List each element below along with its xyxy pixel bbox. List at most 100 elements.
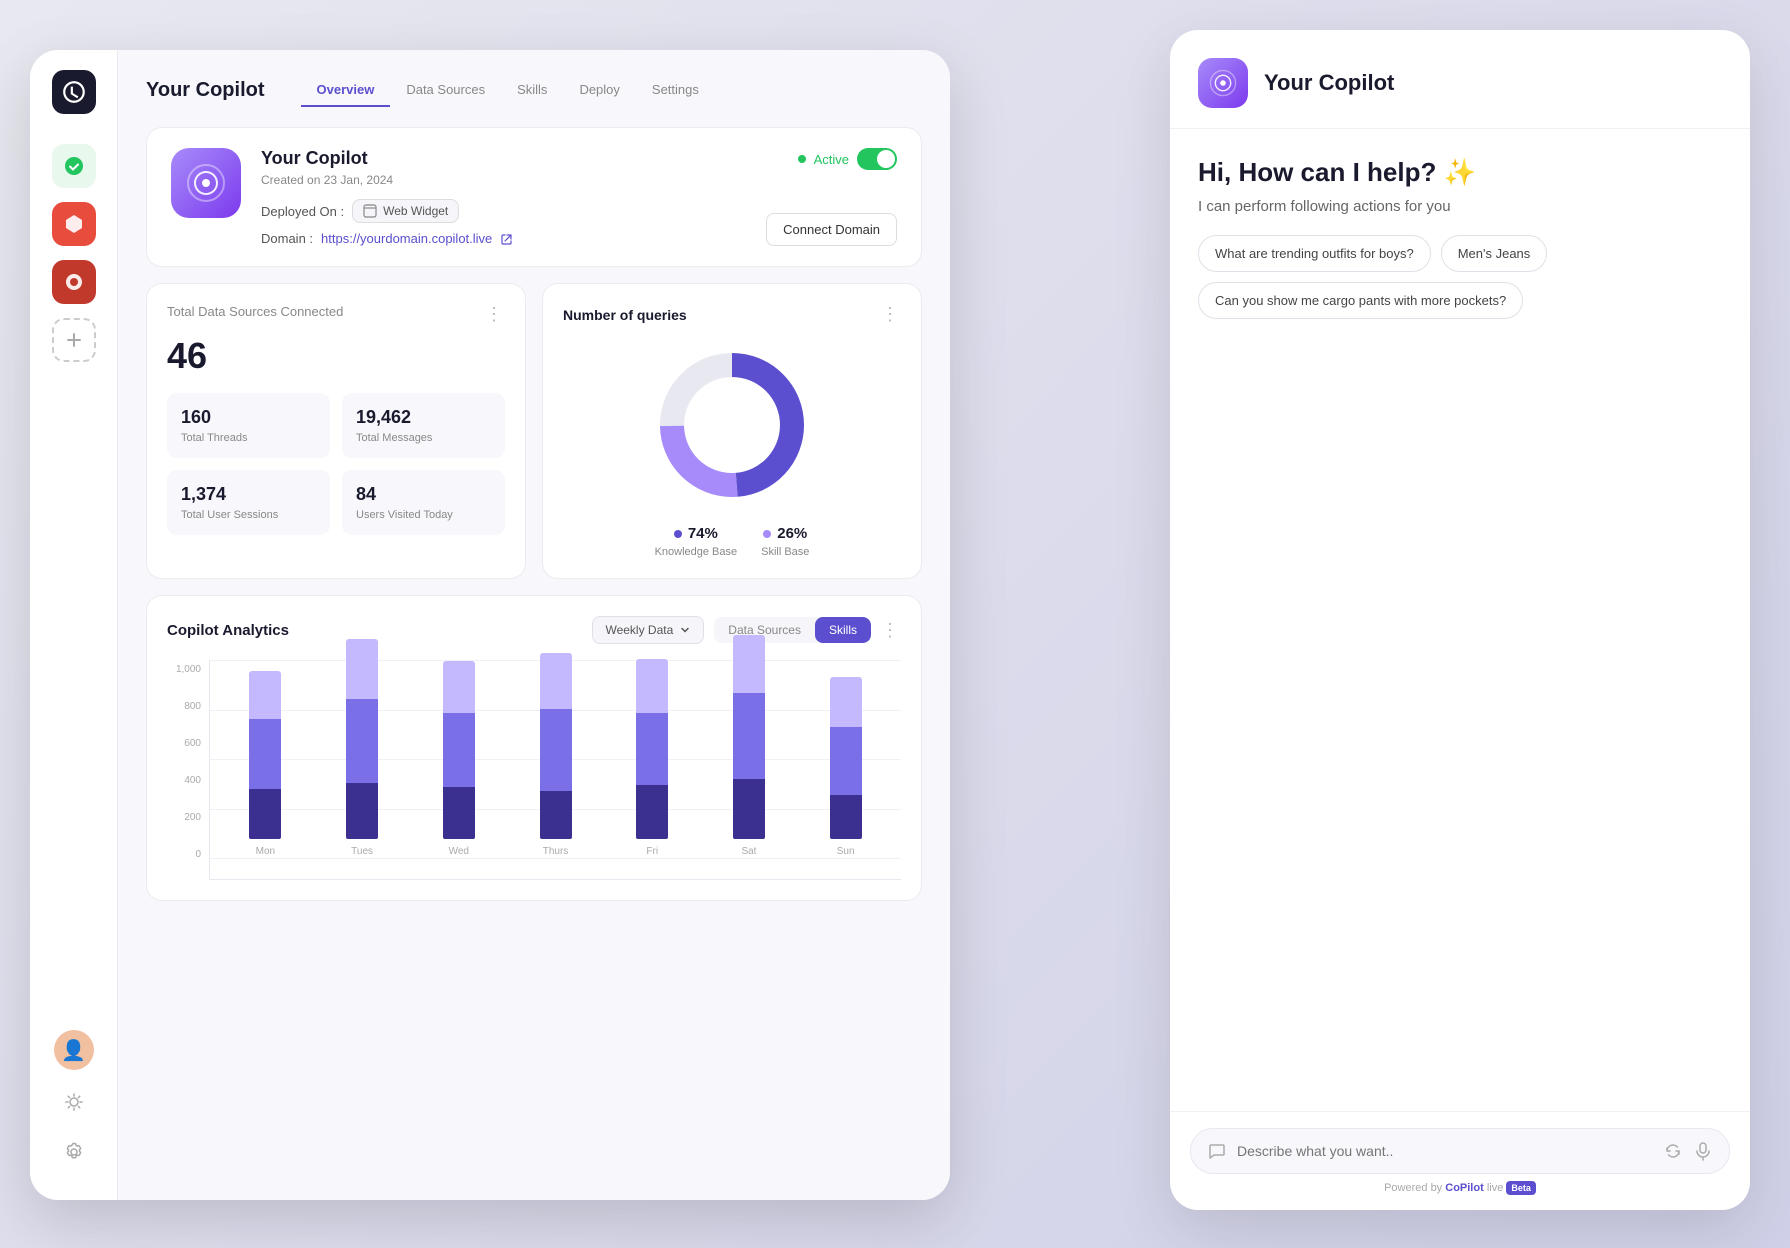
bar-seg-mon-mid: [249, 719, 281, 789]
chat-logo: [1198, 58, 1248, 108]
copilot-created: Created on 23 Jan, 2024: [261, 173, 897, 187]
chat-input-field[interactable]: [1237, 1143, 1653, 1159]
y-label-600: 600: [184, 738, 201, 749]
app-logo: [52, 70, 96, 114]
y-label-400: 400: [184, 775, 201, 786]
bar-seg-sun-mid: [830, 727, 862, 795]
refresh-icon[interactable]: [1663, 1141, 1683, 1161]
legend-dot-kb: [674, 530, 682, 538]
queries-donut-card: Number of queries ⋮: [542, 283, 922, 579]
chat-input-row: [1190, 1128, 1730, 1174]
bar-group-fri: Fri: [607, 660, 698, 839]
bar-seg-wed-bot: [443, 787, 475, 839]
brand-name: CoPilot: [1445, 1182, 1484, 1194]
connect-domain-button[interactable]: Connect Domain: [766, 213, 897, 246]
bar-group-wed: Wed: [413, 660, 504, 839]
bar-seg-fri-mid: [636, 713, 668, 785]
donut-card-header: Number of queries ⋮: [563, 304, 901, 325]
stat-sub-number-visitors: 84: [356, 484, 491, 505]
gridline-5: [210, 858, 901, 859]
bar-seg-sun-top: [830, 677, 862, 727]
copilot-avatar: [171, 148, 241, 218]
bar-group-sat: Sat: [704, 660, 795, 839]
donut-legend: 74% Knowledge Base 26% Skill Base: [655, 525, 810, 558]
stat-sub-sessions: 1,374 Total User Sessions: [167, 470, 330, 535]
chip-trending-outfits[interactable]: What are trending outfits for boys?: [1198, 235, 1431, 272]
sun-icon-button[interactable]: [56, 1084, 92, 1120]
settings-icon-button[interactable]: [56, 1134, 92, 1170]
powered-by-text: Powered by: [1384, 1182, 1445, 1194]
legend-knowledge-base: 74% Knowledge Base: [655, 525, 738, 558]
tab-overview[interactable]: Overview: [301, 74, 391, 107]
bar-seg-fri-top: [636, 659, 668, 713]
bar-group-mon: Mon: [220, 660, 311, 839]
bar-seg-wed-mid: [443, 713, 475, 787]
app-title: Your Copilot: [146, 79, 265, 102]
tab-skills-analytics[interactable]: Skills: [815, 617, 871, 643]
bar-seg-mon-bot: [249, 789, 281, 839]
chip-cargo-pants[interactable]: Can you show me cargo pants with more po…: [1198, 282, 1523, 319]
tab-deploy[interactable]: Deploy: [563, 74, 635, 107]
tab-settings[interactable]: Settings: [636, 74, 715, 107]
stat-sub-label-visitors: Users Visited Today: [356, 509, 491, 521]
bar-stack-tues: [346, 639, 378, 839]
sidebar-item-app3[interactable]: [52, 260, 96, 304]
web-widget-label: Web Widget: [383, 204, 448, 218]
analytics-title: Copilot Analytics: [167, 622, 289, 639]
chat-input-area: Powered by CoPilot live Beta: [1170, 1111, 1750, 1210]
suggestion-chips: What are trending outfits for boys? Men'…: [1198, 235, 1722, 319]
bar-label-fri: Fri: [646, 846, 658, 857]
stat-sub-threads: 160 Total Threads: [167, 393, 330, 458]
donut-title: Number of queries: [563, 307, 687, 323]
chip-mens-jeans[interactable]: Men's Jeans: [1441, 235, 1548, 272]
sidebar-item-app2[interactable]: [52, 202, 96, 246]
legend-skill-base: 26% Skill Base: [761, 525, 809, 558]
bar-seg-tues-mid: [346, 699, 378, 783]
active-label: Active: [814, 152, 849, 167]
bar-label-sun: Sun: [837, 846, 855, 857]
live-label: live: [1487, 1182, 1507, 1194]
nav-tabs: Overview Data Sources Skills Deploy Sett…: [301, 74, 715, 107]
chat-body: Hi, How can I help? ✨ I can perform foll…: [1170, 129, 1750, 1111]
bar-seg-tues-top: [346, 639, 378, 699]
sidebar-item-active[interactable]: [52, 144, 96, 188]
donut-card-menu[interactable]: ⋮: [881, 304, 901, 325]
y-label-200: 200: [184, 812, 201, 823]
web-widget-badge: Web Widget: [352, 199, 459, 223]
stat-card-menu[interactable]: ⋮: [485, 304, 505, 325]
bar-seg-fri-bot: [636, 785, 668, 839]
user-avatar[interactable]: 👤: [54, 1030, 94, 1070]
chat-greeting: Hi, How can I help? ✨: [1198, 157, 1722, 188]
stat-sub-messages: 19,462 Total Messages: [342, 393, 505, 458]
bar-stack-thurs: [540, 653, 572, 839]
external-link-icon: [500, 232, 514, 246]
analytics-menu[interactable]: ⋮: [881, 620, 901, 641]
legend-dot-sb: [763, 530, 771, 538]
bar-seg-mon-top: [249, 671, 281, 719]
bar-seg-thurs-bot: [540, 791, 572, 839]
tab-data-sources[interactable]: Data Sources: [390, 74, 501, 107]
stat-big-number: 46: [167, 335, 505, 377]
mic-icon[interactable]: [1693, 1141, 1713, 1161]
main-content: Your Copilot Overview Data Sources Skill…: [118, 50, 950, 1200]
stat-sub-label-sessions: Total User Sessions: [181, 509, 316, 521]
tab-skills[interactable]: Skills: [501, 74, 563, 107]
copilot-info-card: Your Copilot Created on 23 Jan, 2024 Dep…: [146, 127, 922, 267]
bar-label-sat: Sat: [741, 846, 756, 857]
y-label-800: 800: [184, 701, 201, 712]
legend-label-kb: Knowledge Base: [655, 546, 738, 558]
analytics-card: Copilot Analytics Weekly Data Data Sourc…: [146, 595, 922, 901]
active-toggle[interactable]: [857, 148, 897, 170]
sidebar-add-button[interactable]: [52, 318, 96, 362]
sidebar-bottom: 👤: [54, 1030, 94, 1180]
chevron-down-icon: [679, 624, 691, 636]
bars-container: Mon Tues: [210, 660, 901, 839]
weekly-dropdown[interactable]: Weekly Data: [592, 616, 704, 644]
bar-seg-thurs-mid: [540, 709, 572, 791]
bar-seg-thurs-top: [540, 653, 572, 709]
bar-stack-wed: [443, 661, 475, 839]
data-sources-stat-card: Total Data Sources Connected ⋮ 46 160 To…: [146, 283, 526, 579]
domain-url[interactable]: https://yourdomain.copilot.live: [321, 231, 492, 246]
bar-stack-fri: [636, 659, 668, 839]
chat-panel: Your Copilot Hi, How can I help? ✨ I can…: [1170, 30, 1750, 1210]
